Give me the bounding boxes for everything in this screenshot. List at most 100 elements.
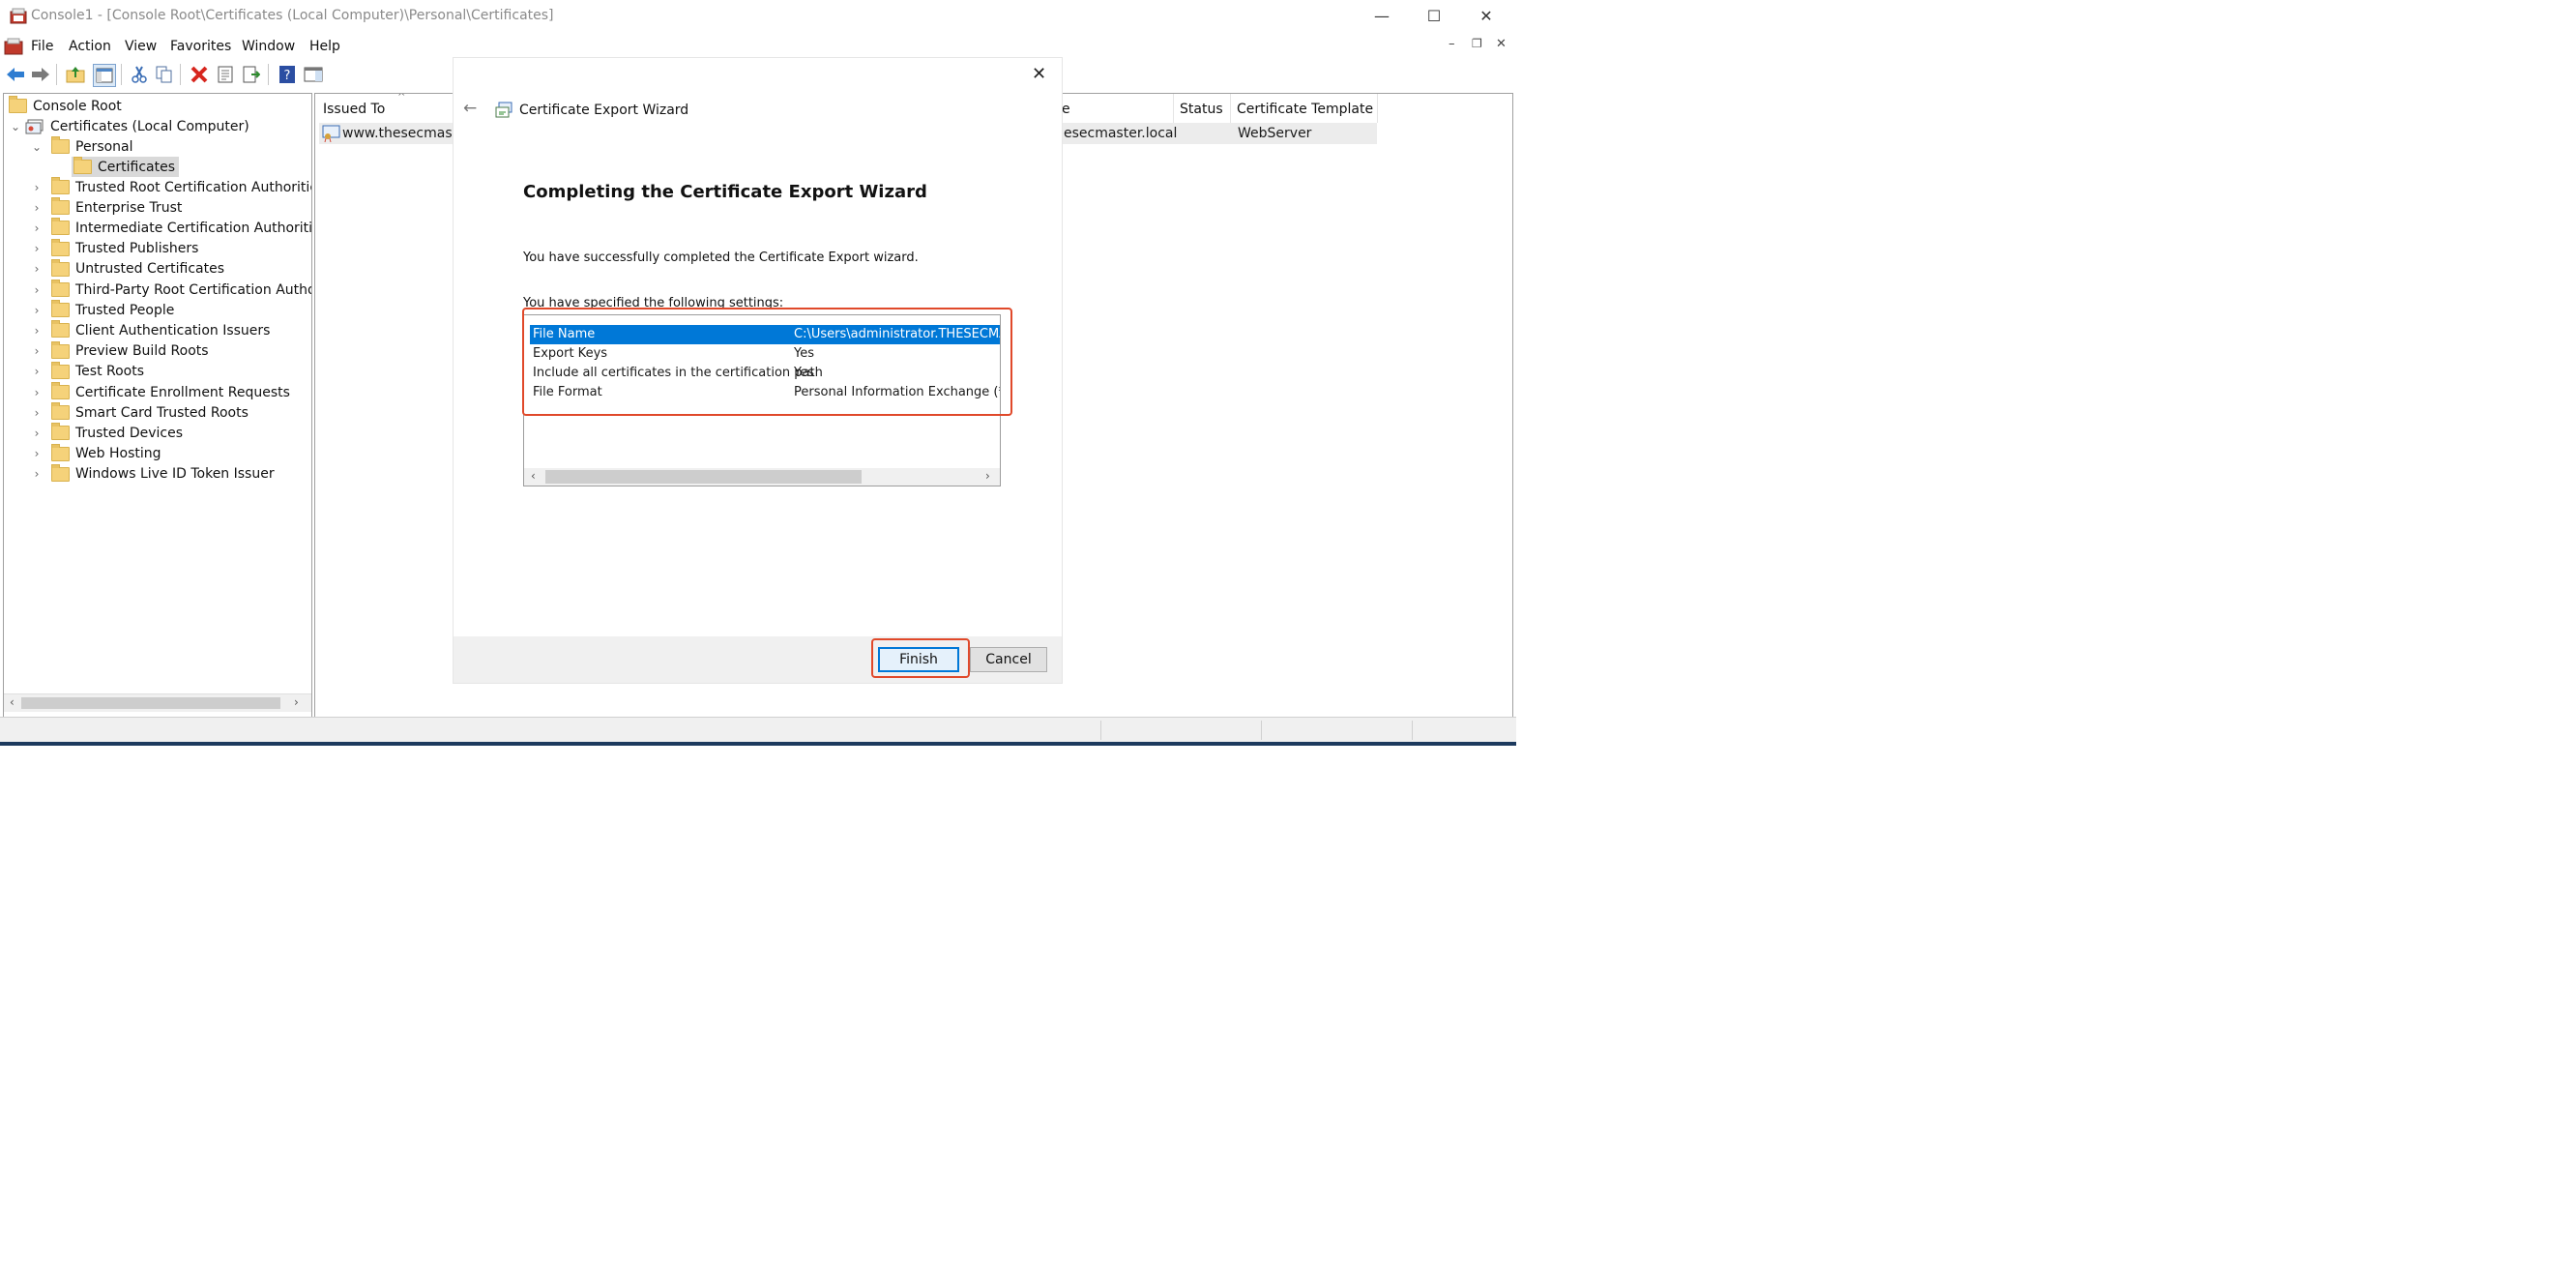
settings-horizontal-scrollbar[interactable]: ‹ › <box>524 468 1000 486</box>
scroll-left-icon[interactable]: ‹ <box>10 695 15 709</box>
wizard-success-message: You have successfully completed the Cert… <box>523 250 919 265</box>
cut-icon[interactable] <box>129 64 150 85</box>
tree-node-folder[interactable]: › Enterprise Trust <box>30 197 182 218</box>
help-icon[interactable]: ? <box>277 64 298 85</box>
show-hide-tree-icon[interactable] <box>93 64 116 87</box>
certificate-wizard-icon <box>495 102 512 118</box>
tree-node-folder[interactable]: › Client Authentication Issuers <box>30 320 270 340</box>
cancel-button[interactable]: Cancel <box>970 647 1047 672</box>
settings-highlight-box <box>522 308 1012 416</box>
mdi-close-button[interactable]: ✕ <box>1496 37 1507 51</box>
scrollbar-thumb[interactable] <box>545 470 862 484</box>
tree-node-certificates-selected[interactable]: Certificates <box>72 157 180 177</box>
chevron-right-icon[interactable]: › <box>30 324 44 338</box>
menu-help[interactable]: Help <box>309 39 340 54</box>
tree-node-label: Smart Card Trusted Roots <box>75 404 249 421</box>
chevron-right-icon[interactable]: › <box>30 447 44 460</box>
tree-node-folder[interactable]: › Preview Build Roots <box>30 340 209 362</box>
mdi-restore-button[interactable]: ❐ <box>1472 37 1482 50</box>
column-separator[interactable] <box>1173 94 1174 123</box>
wizard-title: Certificate Export Wizard <box>519 103 689 118</box>
scroll-right-icon[interactable]: › <box>985 469 990 483</box>
tree-node-folder[interactable]: › Intermediate Certification Authorities <box>30 218 311 238</box>
tree-node-console-root[interactable]: Console Root <box>9 96 122 116</box>
mdi-minimize-button[interactable]: – <box>1449 37 1455 51</box>
scrollbar-thumb[interactable] <box>21 697 280 709</box>
chevron-right-icon[interactable]: › <box>30 283 44 297</box>
mmc-app-icon <box>10 8 27 24</box>
folder-icon <box>51 443 70 461</box>
tree-node-personal[interactable]: ⌄ Personal <box>30 136 133 157</box>
folder-icon <box>51 382 70 399</box>
minimize-button[interactable]: — <box>1356 0 1408 31</box>
close-icon[interactable]: ✕ <box>1032 64 1046 84</box>
back-icon[interactable] <box>5 64 26 85</box>
wizard-heading: Completing the Certificate Export Wizard <box>523 182 927 202</box>
window-title: Console1 - [Console Root\Certificates (L… <box>31 8 554 23</box>
menu-view[interactable]: View <box>125 39 157 54</box>
properties-icon[interactable] <box>215 64 236 85</box>
chevron-down-icon[interactable]: ⌄ <box>9 120 22 133</box>
tree-node-folder[interactable]: › Smart Card Trusted Roots <box>30 402 249 423</box>
menu-window[interactable]: Window <box>242 39 295 54</box>
tree-node-certificates-local-computer[interactable]: ⌄ Certificates (Local Computer) <box>9 116 249 136</box>
tree-node-folder[interactable]: › Trusted Devices <box>30 423 183 443</box>
tree-node-folder[interactable]: › Certificate Enrollment Requests <box>30 382 290 402</box>
toolbar-separator <box>268 64 269 85</box>
delete-icon[interactable] <box>189 64 210 85</box>
tree-node-label: Trusted People <box>75 302 175 318</box>
chevron-right-icon[interactable]: › <box>30 262 44 276</box>
certificate-icon <box>322 125 340 142</box>
tree-node-folder[interactable]: › Trusted People <box>30 300 174 320</box>
tree-node-label: Trusted Root Certification Authorities <box>75 179 312 195</box>
menu-favorites[interactable]: Favorites <box>170 39 231 54</box>
menu-file[interactable]: File <box>31 39 53 54</box>
scroll-right-icon[interactable]: › <box>294 695 299 709</box>
title-bar: Console1 - [Console Root\Certificates (L… <box>0 0 1516 33</box>
chevron-right-icon[interactable]: › <box>30 386 44 399</box>
up-level-icon[interactable] <box>65 64 86 85</box>
tree-node-folder[interactable]: › Third-Party Root Certification Authorit… <box>30 280 311 300</box>
column-status[interactable]: Status <box>1180 102 1223 117</box>
folder-icon <box>51 177 70 194</box>
close-window-button[interactable]: ✕ <box>1460 0 1512 31</box>
show-action-pane-icon[interactable] <box>303 64 324 85</box>
chevron-right-icon[interactable]: › <box>30 467 44 481</box>
chevron-right-icon[interactable]: › <box>30 221 44 235</box>
chevron-right-icon[interactable]: › <box>30 427 44 440</box>
maximize-button[interactable]: ☐ <box>1408 0 1460 31</box>
tree-node-folder[interactable]: › Web Hosting <box>30 443 161 464</box>
tree-node-folder[interactable]: › Windows Live ID Token Issuer <box>30 463 275 485</box>
column-issued-by[interactable]: e <box>1062 102 1070 117</box>
tree-node-label: Trusted Devices <box>75 425 184 441</box>
scroll-left-icon[interactable]: ‹ <box>531 469 536 483</box>
chevron-right-icon[interactable]: › <box>30 242 44 255</box>
chevron-right-icon[interactable]: › <box>30 201 44 215</box>
folder-icon <box>51 361 70 379</box>
column-separator[interactable] <box>1377 94 1378 123</box>
copy-icon[interactable] <box>154 64 175 85</box>
tree-node-folder[interactable]: › Untrusted Certificates <box>30 258 224 280</box>
menu-action[interactable]: Action <box>69 39 111 54</box>
tree-node-folder[interactable]: › Trusted Root Certification Authorities <box>30 177 312 197</box>
chevron-right-icon[interactable]: › <box>30 406 44 420</box>
chevron-right-icon[interactable]: › <box>30 304 44 317</box>
chevron-right-icon[interactable]: › <box>30 365 44 378</box>
column-separator[interactable] <box>1230 94 1231 123</box>
back-arrow-icon[interactable]: ← <box>463 99 477 118</box>
tree-node-folder[interactable]: › Trusted Publishers <box>30 238 198 259</box>
tree-horizontal-scrollbar[interactable]: ‹ › <box>4 693 311 712</box>
forward-icon[interactable] <box>30 64 51 85</box>
console-icon[interactable] <box>4 37 23 56</box>
chevron-right-icon[interactable]: › <box>30 181 44 194</box>
tree-node-folder[interactable]: › Test Roots <box>30 361 144 382</box>
chevron-right-icon[interactable]: › <box>30 344 44 358</box>
column-issued-to[interactable]: Issued To <box>323 102 385 117</box>
folder-icon <box>9 96 27 113</box>
export-list-icon[interactable] <box>241 64 262 85</box>
chevron-down-icon[interactable]: ⌄ <box>30 140 44 154</box>
folder-icon <box>51 238 70 256</box>
tree-node-label: Web Hosting <box>75 446 161 462</box>
cell-issued-by: esecmaster.local <box>1064 126 1178 141</box>
column-certificate-template[interactable]: Certificate Template <box>1237 102 1373 117</box>
